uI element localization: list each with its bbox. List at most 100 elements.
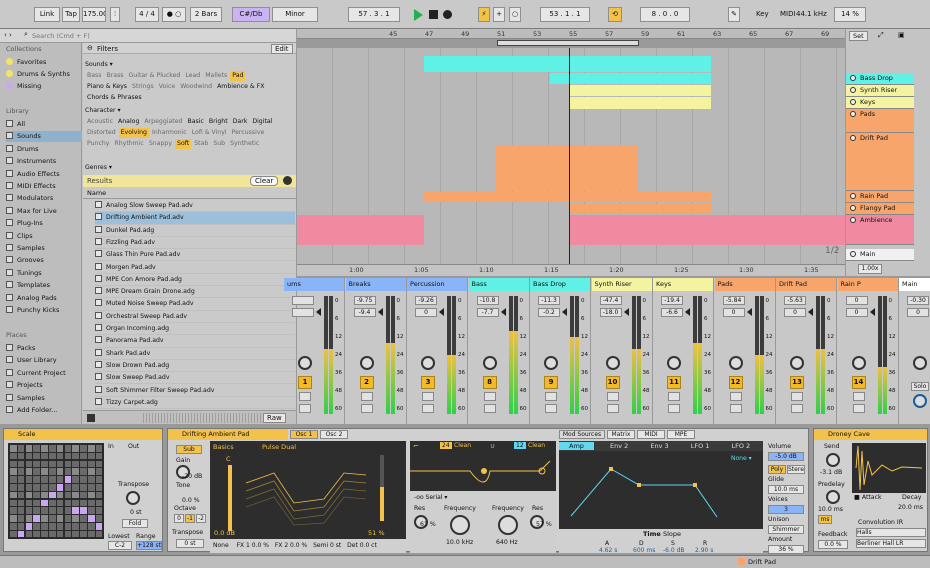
- ir-category-select[interactable]: Halls: [856, 528, 926, 537]
- clip-bass-drop-2[interactable]: [550, 73, 711, 84]
- volume-readout[interactable]: -5.84: [722, 296, 745, 305]
- pan-knob[interactable]: [482, 356, 497, 370]
- character-tag[interactable]: Bright: [207, 117, 230, 127]
- volume-readout[interactable]: 0: [845, 296, 868, 305]
- track-activator-button[interactable]: 8: [482, 376, 497, 389]
- scale-grid-cell[interactable]: [56, 452, 64, 460]
- scale-grid-cell[interactable]: [64, 476, 72, 483]
- pan-knob[interactable]: [421, 356, 435, 370]
- fader-triangle-icon[interactable]: [439, 308, 444, 316]
- sound-tag[interactable]: Pad: [230, 71, 246, 81]
- scale-grid-cell[interactable]: [17, 445, 25, 452]
- volume-readout[interactable]: [292, 296, 314, 305]
- send-readout[interactable]: -7.7: [476, 308, 499, 317]
- scale-grid-cell[interactable]: [64, 460, 72, 468]
- fx1-value[interactable]: FX 1 0.0 %: [237, 542, 269, 549]
- channel-name[interactable]: Pads: [714, 278, 775, 291]
- track-header-main[interactable]: Main: [846, 249, 914, 261]
- scale-grid-cell[interactable]: [41, 491, 48, 499]
- library-item-plug-ins[interactable]: Plug-Ins: [6, 218, 82, 229]
- transpose-knob[interactable]: [126, 491, 140, 505]
- collection-favorites[interactable]: Favorites: [6, 57, 82, 68]
- track-header-bass-drop[interactable]: Bass Drop: [846, 73, 914, 85]
- scale-grid-cell[interactable]: [41, 452, 48, 460]
- scale-grid-cell[interactable]: [25, 445, 33, 452]
- scale-grid-cell[interactable]: [80, 460, 87, 468]
- track-activator-button[interactable]: 11: [667, 376, 681, 389]
- scale-grid-cell[interactable]: [41, 445, 48, 452]
- result-item[interactable]: Soft Shimmer Filter Sweep Pad.adv: [95, 385, 295, 397]
- filter1-slope[interactable]: 24: [440, 442, 452, 449]
- scale-grid-cell[interactable]: [64, 468, 72, 475]
- scale-grid-cell[interactable]: [41, 468, 48, 475]
- scale-grid-cell[interactable]: [95, 445, 103, 452]
- scale-grid-cell[interactable]: [88, 468, 95, 475]
- channel-name[interactable]: Bass Drop: [530, 278, 590, 291]
- scale-grid-cell[interactable]: [56, 515, 64, 522]
- scale-grid-cell[interactable]: [25, 452, 33, 460]
- volume-readout[interactable]: -5.63: [784, 296, 806, 305]
- scale-grid-cell[interactable]: [33, 484, 40, 491]
- result-item[interactable]: Shark Pad.adv: [95, 348, 295, 360]
- send-readout[interactable]: 0: [722, 308, 745, 317]
- collection-drums-synths[interactable]: Drums & Synths: [6, 69, 82, 80]
- stereo-button[interactable]: Stereo: [787, 465, 805, 474]
- scale-grid-cell[interactable]: [17, 530, 25, 538]
- character-tag[interactable]: Snappy: [147, 139, 174, 149]
- session-record-icon[interactable]: ○: [509, 7, 521, 22]
- solo-button[interactable]: [422, 392, 434, 401]
- character-tag[interactable]: Analog: [116, 117, 141, 127]
- fader-triangle-icon[interactable]: [316, 308, 321, 316]
- serial-select[interactable]: -oo Serial ▾: [414, 494, 447, 501]
- scale-grid-cell[interactable]: [41, 523, 48, 530]
- sub-transpose-field[interactable]: 0 st: [176, 539, 204, 548]
- library-item-sounds[interactable]: Sounds: [6, 131, 82, 143]
- scale-grid-cell[interactable]: [88, 452, 95, 460]
- scale-grid-cell[interactable]: [17, 523, 25, 530]
- lfo1-tab[interactable]: LFO 1: [691, 442, 710, 450]
- loop-length-field[interactable]: 8 . 0 . 0: [640, 7, 690, 22]
- sub-button[interactable]: Sub: [176, 445, 202, 454]
- library-item-analog-pads[interactable]: Analog Pads: [6, 293, 82, 304]
- sound-tag[interactable]: Lead: [183, 71, 202, 81]
- channel-name[interactable]: Synth Riser: [591, 278, 652, 291]
- scale-grid-cell[interactable]: [95, 530, 103, 538]
- scale-grid-cell[interactable]: [49, 523, 56, 530]
- library-item-midi-effects[interactable]: MIDI Effects: [6, 181, 82, 192]
- track-activator-icon[interactable]: [850, 135, 856, 141]
- result-item[interactable]: Analog Slow Sweep Pad.adv: [95, 200, 295, 213]
- clip-keys[interactable]: [569, 97, 711, 109]
- scale-grid-cell[interactable]: [25, 515, 33, 522]
- scale-grid-cell[interactable]: [56, 484, 64, 491]
- genres-heading[interactable]: Genres ▾: [85, 162, 295, 173]
- places-item-current-project[interactable]: Current Project: [6, 368, 82, 379]
- scale-grid-cell[interactable]: [95, 523, 103, 530]
- scale-grid-cell[interactable]: [80, 484, 87, 491]
- scale-grid-cell[interactable]: [80, 452, 87, 460]
- cue-knob[interactable]: [913, 394, 927, 408]
- overview-icon[interactable]: ▣: [898, 31, 905, 39]
- scale-grid-cell[interactable]: [64, 452, 72, 460]
- scale-grid-cell[interactable]: [41, 460, 48, 468]
- library-item-grooves[interactable]: Grooves: [6, 255, 82, 266]
- channel-name[interactable]: Keys: [653, 278, 713, 291]
- amount-field[interactable]: 36 %: [768, 545, 804, 554]
- filter2-mode[interactable]: Clean: [528, 442, 545, 449]
- scale-grid-cell[interactable]: [95, 499, 103, 507]
- scale-grid-cell[interactable]: [49, 468, 56, 475]
- library-item-audio-effects[interactable]: Audio Effects: [6, 169, 82, 180]
- pan-knob[interactable]: [667, 356, 681, 370]
- scale-grid-cell[interactable]: [80, 476, 87, 483]
- places-item-projects[interactable]: Projects: [6, 380, 82, 391]
- edit-button[interactable]: Edit: [271, 44, 293, 54]
- scale-grid-cell[interactable]: [10, 507, 17, 514]
- character-tag[interactable]: Dark: [231, 117, 250, 127]
- scale-grid-cell[interactable]: [95, 460, 103, 468]
- scale-grid-cell[interactable]: [56, 530, 64, 538]
- arm-button[interactable]: [422, 404, 434, 413]
- mod-tab-midi[interactable]: MIDI: [637, 430, 665, 439]
- track-activator-icon[interactable]: [850, 111, 856, 117]
- scale-grid-cell[interactable]: [80, 523, 87, 530]
- scale-grid-cell[interactable]: [10, 530, 17, 538]
- freq1-knob[interactable]: [450, 515, 470, 535]
